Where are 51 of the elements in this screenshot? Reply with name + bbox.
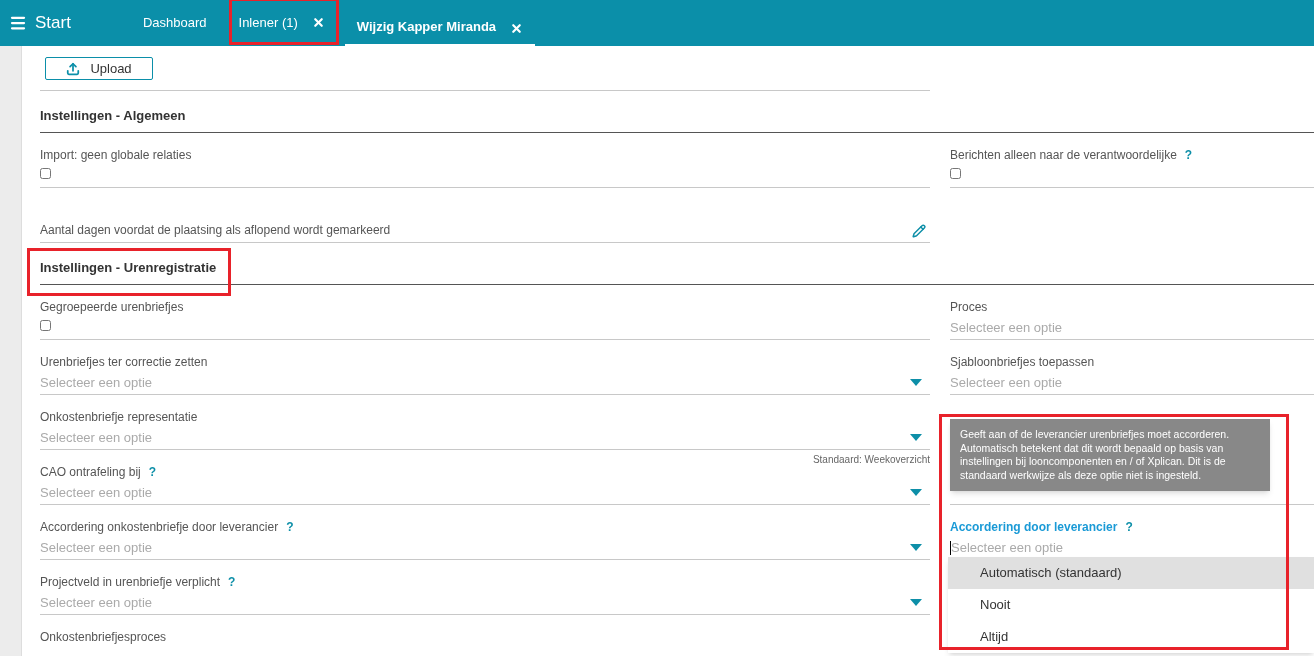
upload-button[interactable]: Upload [45,57,153,80]
upload-icon [66,61,81,76]
checkbox[interactable] [40,320,51,331]
section-title: Instellingen - Urenregistratie [40,258,217,277]
select-field[interactable]: Selecteer een optie [950,318,1314,338]
field-label: Onkostenbriefje representatie [40,409,198,425]
tab[interactable]: Inlener (1) [226,0,337,46]
field-label: Sjabloonbriefjes toepassen [950,354,1095,370]
field-label: CAO ontrafeling bij [40,464,141,480]
select-field[interactable]: Selecteer een optie [950,538,1314,558]
field-label: Berichten alleen naar de verantwoordelijke [950,147,1177,163]
tab[interactable]: Wijzig Kapper Miranda [344,0,536,46]
select-field[interactable]: Selecteer een optie [40,428,930,448]
field-label: Proces [950,299,988,315]
field-label: Import: geen globale relaties [40,147,192,163]
field-label: Projectveld in urenbriefje verplicht [40,574,221,590]
field-label: Onkostenbriefjesproces [40,629,167,645]
checkbox[interactable] [40,168,51,179]
menu-button[interactable]: Start [0,0,131,46]
field-label: Accordering door leverancier [950,519,1118,535]
dropdown-arrow-icon[interactable] [910,379,922,387]
help-icon[interactable]: ? [1184,147,1193,163]
close-icon[interactable] [510,22,524,35]
checkbox[interactable] [950,168,961,179]
select-field[interactable]: Selecteer een optie [40,593,930,613]
select-field[interactable]: Selecteer een optie [40,373,930,393]
select-field[interactable]: Selecteer een optie [950,373,1314,393]
help-icon[interactable]: ? [228,574,236,590]
select-field[interactable]: Selecteer een optie [40,538,930,558]
help-icon[interactable]: ? [148,464,157,480]
field-label: Aantal dagen voordat de plaatsing als aflopend wordt gemarkeerd [40,222,391,238]
tab[interactable]: Dashboard [130,0,219,46]
help-icon[interactable]: ? [286,519,294,535]
dropdown-option[interactable]: Altijd [948,621,1314,653]
section-title: Instellingen - Algemeen [40,106,186,125]
dropdown-option[interactable]: Nooit [948,589,1314,621]
pencil-icon[interactable] [912,224,926,238]
close-icon[interactable] [311,16,325,29]
field-label: Urenbriefjes ter correctie zetten [40,354,208,370]
dropdown-option[interactable]: Automatisch (standaard) [948,557,1314,589]
field-label: Accordering onkostenbriefje door leverancier [40,519,279,535]
dropdown-arrow-icon[interactable] [910,544,922,552]
select-field[interactable]: Selecteer een optie [40,483,930,503]
menu-icon [9,14,27,32]
dropdown-arrow-icon[interactable] [910,599,922,607]
field-label: Gegroepeerde urenbriefjes [40,299,184,315]
dropdown-arrow-icon[interactable] [910,434,922,442]
dropdown-arrow-icon[interactable] [910,489,922,497]
help-icon[interactable]: ? [1125,519,1133,535]
tooltip: Geeft aan of de leverancier urenbriefjes moet accorderen. Automatisch betekent dat dit wordt bepaald op basis van instellingen bij looncomponenten en / of Xplican. Dit is de standaard werkwijze als deze optie niet is ingesteld. [950,419,1270,491]
field-hint: Standaard: Weekoverzicht [812,453,930,467]
